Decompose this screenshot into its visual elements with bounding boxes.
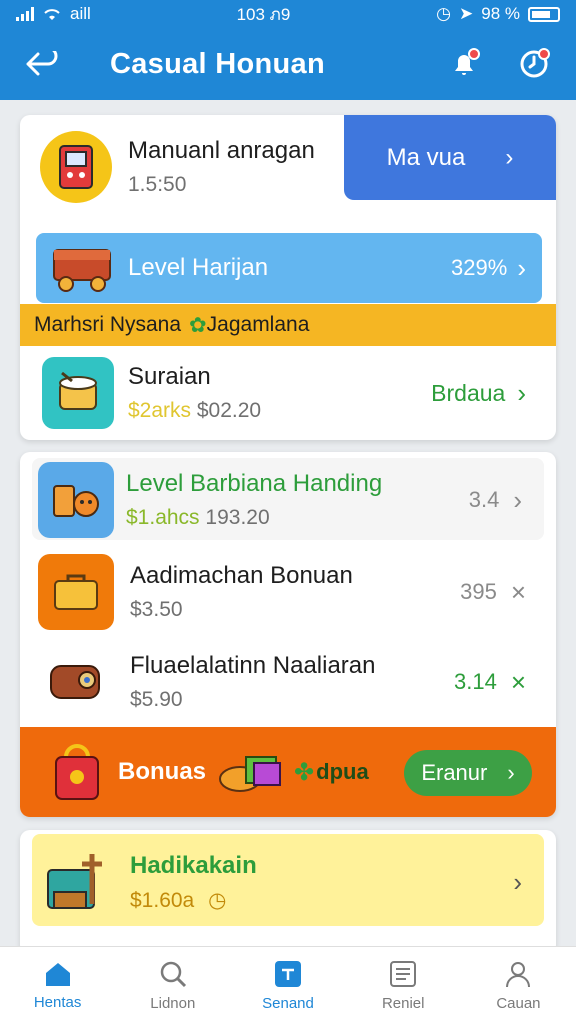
level-banner[interactable]: Level Harijan 329% › (36, 233, 542, 303)
close-icon[interactable]: × (511, 667, 526, 698)
marquee-banner: Marhsri Nysana ✿ Jagamlana (20, 304, 556, 346)
battery-icon (527, 6, 560, 22)
item-highlight: $1.ahcs (126, 506, 200, 529)
marquee-text: Marhsri Nysana (34, 313, 182, 336)
item-price: $1.60a (130, 888, 195, 912)
level-label: Level Harijan (128, 254, 269, 281)
item-value: 3.14 (453, 669, 497, 694)
item-action: Brdaua (431, 379, 506, 406)
marquee-highlight: Jagamlana (206, 313, 310, 336)
profile-icon (506, 962, 531, 988)
search-icon (160, 961, 186, 988)
chevron-right-icon: › (517, 252, 526, 283)
list-item[interactable]: Aadimachan Bonuan $3.50 395 × (20, 550, 556, 634)
location-icon: ➤ (458, 4, 474, 23)
item-highlight: $2arks (128, 399, 192, 422)
clover-icon: ✤ (294, 758, 315, 786)
nav-label: Cauan (496, 995, 541, 1012)
list-item[interactable]: Level Barbiana Handing $1.ahcs 193.20 3.… (20, 460, 556, 540)
featured-action-label: Ma vua (386, 143, 466, 171)
briefcase-icon (54, 574, 98, 610)
featured-action-button[interactable]: Ma vua › (344, 115, 556, 200)
featured-thumbnail (40, 131, 112, 203)
gift-boxes-icon (219, 756, 282, 792)
nav-list[interactable]: Reniel (346, 947, 461, 1024)
level-percent: 329% (451, 255, 508, 280)
send-icon (275, 961, 301, 987)
item-title: Level Barbiana Handing (126, 470, 383, 497)
extra-card: Hadikakain $1.60a ◷ › (20, 830, 556, 955)
item-price: $3.50 (130, 598, 183, 621)
drum-thumbnail (42, 357, 114, 429)
gift-bag-icon (55, 744, 99, 800)
item-price: $5.90 (130, 688, 183, 711)
timer-icon: ◷ (208, 888, 227, 912)
notification-dot (468, 48, 480, 60)
item-title: Hadikakain (130, 851, 257, 879)
camera-thumbnail (38, 644, 114, 720)
chevron-right-icon: › (513, 866, 522, 897)
close-icon[interactable]: × (511, 577, 526, 608)
history-dot (538, 48, 550, 60)
bag-thumbnail (38, 554, 114, 630)
chevron-right-icon: › (507, 760, 515, 785)
arcade-machine-icon (59, 145, 93, 189)
list-item[interactable]: Suraian $2arks $02.20 Brdaua › (20, 353, 556, 433)
bonus-claim-button[interactable]: Eranur › (404, 750, 532, 796)
item-value: 3.4 (468, 487, 500, 512)
drum-icon (59, 371, 97, 410)
item-title: Suraian (128, 363, 211, 390)
bonus-button-label: Eranur (421, 760, 488, 785)
list-item[interactable]: Hadikakain $1.60a ◷ › (20, 838, 556, 926)
featured-subtitle: 1.5:50 (128, 173, 187, 196)
nav-profile[interactable]: Cauan (461, 947, 576, 1024)
nav-search[interactable]: Lidnon (115, 947, 230, 1024)
bonus-tag: dpua (316, 759, 369, 784)
nav-label: Lidnon (150, 995, 196, 1012)
app-bar: Casual Honuan (0, 28, 576, 100)
back-arrow-icon (26, 51, 58, 76)
item-price: 193.20 (205, 506, 270, 529)
bottom-nav: Hentas Lidnon Senand Reniel Cauan (0, 946, 576, 1024)
item-title: Fluaelalatinn Naaliaran (130, 652, 376, 679)
carrier-text: aill (70, 4, 91, 23)
item-title: Aadimachan Bonuan (130, 562, 353, 589)
level-thumbnail (38, 462, 114, 538)
featured-title: Manuanl anragan (128, 137, 315, 164)
fox-cup-icon (53, 485, 99, 517)
construction-icon (47, 854, 102, 909)
bonus-label: Bonuas (118, 758, 207, 785)
bonus-bar[interactable]: Bonuas ✤ dpua Eranur › (20, 727, 556, 817)
featured-card: Manuanl anragan 1.5:50 Ma vua › Level Ha… (20, 115, 556, 440)
camera-icon (50, 665, 100, 699)
status-time: 103 ภ9 (236, 4, 291, 24)
list-item[interactable]: Fluaelalatinn Naaliaran $5.90 3.14 × (20, 640, 556, 724)
nav-label: Senand (262, 995, 314, 1012)
chevron-right-icon: › (517, 377, 526, 408)
item-value: 395 (460, 579, 497, 604)
alarm-icon: ◷ (436, 4, 451, 23)
nav-send[interactable]: Senand (230, 947, 345, 1024)
status-bar: aill 103 ภ9 ◷ ➤ 98 % (0, 0, 576, 28)
signal-icon (16, 7, 34, 21)
notifications-button[interactable] (442, 42, 486, 86)
back-button[interactable] (20, 42, 64, 86)
chevron-right-icon: › (513, 484, 522, 515)
wifi-icon (44, 8, 60, 20)
nav-label: Hentas (33, 994, 82, 1011)
nav-label: Reniel (381, 995, 425, 1012)
page-title: Casual Honuan (110, 47, 325, 80)
list-icon (390, 961, 417, 987)
home-icon (45, 963, 70, 986)
item-price: $02.20 (196, 399, 262, 422)
chevron-right-icon: › (505, 143, 514, 171)
nav-home[interactable]: Hentas (0, 947, 115, 1024)
battery-percent: 98 % (481, 4, 520, 23)
history-button[interactable] (512, 42, 556, 86)
leaf-icon: ✿ (189, 313, 207, 337)
treasure-cart-icon (53, 249, 111, 292)
